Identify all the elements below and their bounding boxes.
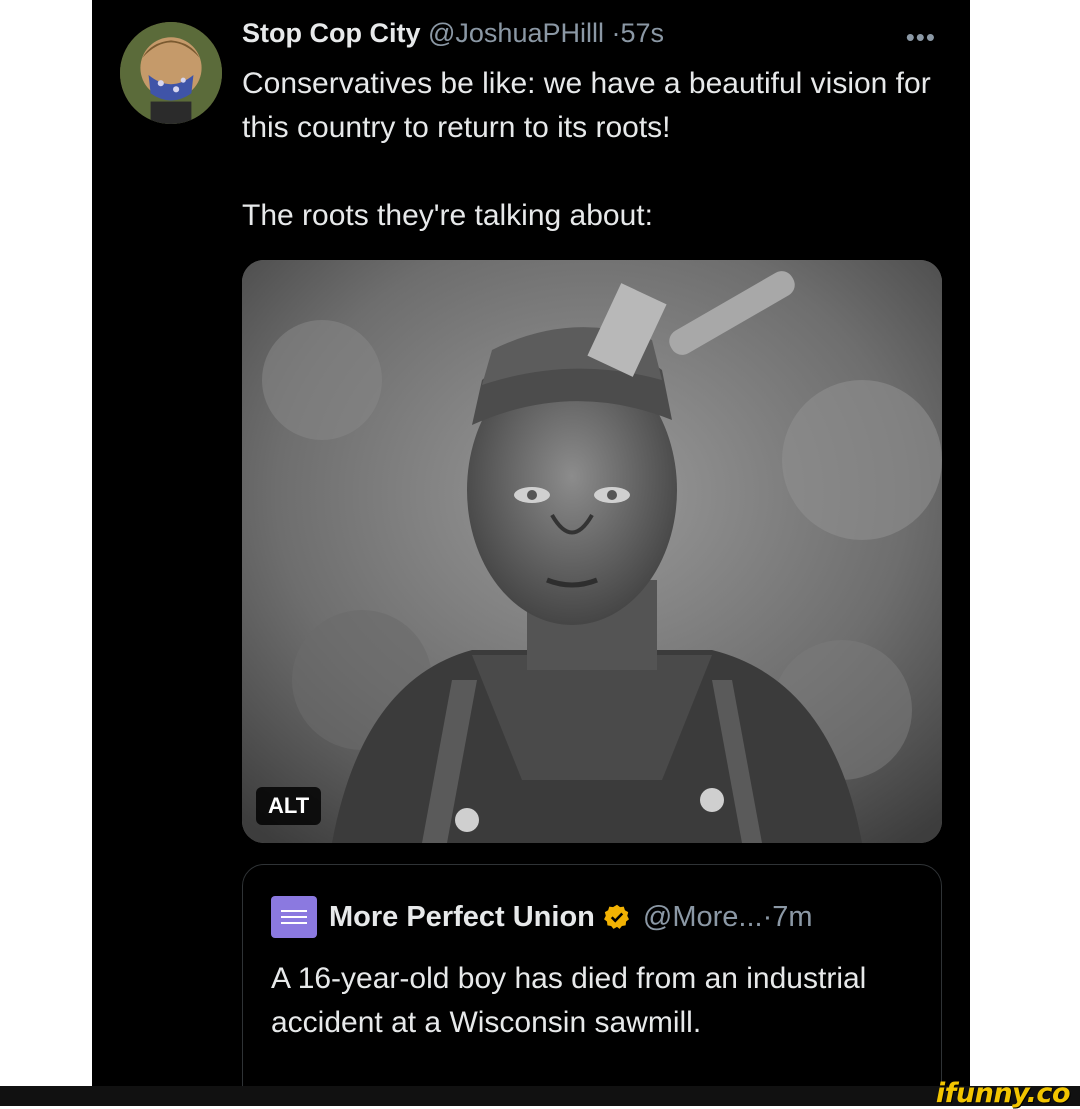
ifunny-watermark: ifunny.co [935,1078,1071,1109]
quoted-timestamp[interactable]: 7m [772,901,812,934]
verified-badge-icon [603,903,631,931]
avatar[interactable] [120,22,222,124]
display-name[interactable]: Stop Cop City [242,18,420,48]
handle[interactable]: @JoshuaPHilll [428,18,604,48]
tweet-text-line: The roots they're talking about: [242,199,653,232]
quoted-tweet-header: More Perfect Union @More... · 7m [271,895,813,939]
separator: · [762,900,773,933]
separator: · [611,18,621,48]
quoted-avatar[interactable] [271,896,317,938]
tweet-header: Stop Cop City @JoshuaPHilll ·57s [242,18,942,58]
tweet-text: Conservatives be like: we have a beautif… [242,62,932,238]
tweet-text-line: Conservatives be like: we have a beautif… [242,67,931,144]
tweet-panel: Stop Cop City @JoshuaPHilll ·57s ••• Con… [92,0,970,1086]
quoted-tweet[interactable]: More Perfect Union @More... · 7m A 16-yea… [242,864,942,1086]
quoted-handle[interactable]: @More... [643,901,763,934]
tweet-media-photo[interactable]: ALT [242,260,942,843]
timestamp[interactable]: 57s [621,18,665,48]
quoted-tweet-text: A 16-year-old boy has died from an indus… [271,962,867,1039]
more-horizontal-icon[interactable]: ••• [906,22,936,53]
alt-text-badge[interactable]: ALT [256,787,322,825]
watermark-bar [0,1086,1080,1106]
quoted-display-name[interactable]: More Perfect Union [329,901,595,934]
